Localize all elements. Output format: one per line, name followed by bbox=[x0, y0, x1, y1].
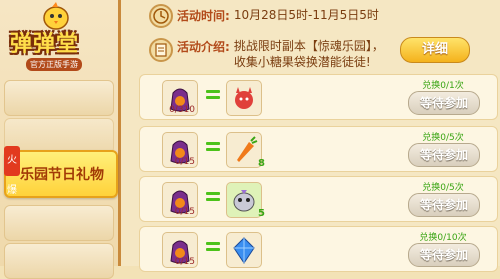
scroll-icon bbox=[149, 38, 173, 62]
logo-title: 弹弹堂 bbox=[10, 32, 80, 57]
reward-slot: 5 bbox=[226, 182, 265, 219]
reward-count: 5 bbox=[258, 208, 265, 219]
sidebar-item-festival-gift[interactable]: 火爆 乐园节日礼物 bbox=[4, 146, 118, 198]
sidebar-item[interactable] bbox=[4, 243, 114, 279]
reward-row: 0/15 5 兑换0/5次 等待参加 bbox=[139, 176, 498, 222]
reward-slot bbox=[226, 80, 262, 116]
event-time-row: 活动时间: 10月28日5时-11月5日5时 bbox=[177, 7, 379, 24]
game-logo: 弹弹堂 官方正版手游 bbox=[2, 2, 116, 72]
exchange-count: 兑换0/1次 bbox=[422, 81, 464, 91]
main-panel: 活动时间: 10月28日5时-11月5日5时 活动介绍: 挑战限时副本【惊魂乐园… bbox=[121, 0, 500, 272]
hot-badge: 火爆 bbox=[4, 146, 20, 196]
equals-icon bbox=[206, 89, 220, 101]
event-intro-row: 活动介绍: 挑战限时副本【惊魂乐园】，收集小糖果袋换潜能徒徒! bbox=[177, 38, 384, 70]
reward-row: 0/310 兑换0/1次 等待参加 bbox=[139, 74, 498, 120]
wait-join-button[interactable]: 等待参加 bbox=[408, 193, 480, 217]
wait-join-button[interactable]: 等待参加 bbox=[408, 91, 480, 115]
candy-bag-slot: 0/15 bbox=[162, 132, 198, 168]
reward-row: 0/15 兑换0/10次 等待参加 bbox=[139, 226, 498, 272]
devil-pet-icon bbox=[235, 87, 253, 109]
wait-join-button[interactable]: 等待参加 bbox=[408, 243, 480, 267]
reward-count: 8 bbox=[258, 158, 265, 169]
sidebar-item[interactable] bbox=[4, 118, 114, 154]
candy-bag-slot: 0/15 bbox=[162, 182, 198, 218]
detail-button[interactable]: 详细 bbox=[400, 37, 470, 63]
exchange-count: 兑换0/10次 bbox=[419, 233, 467, 243]
exchange-count: 兑换0/5次 bbox=[422, 133, 464, 143]
event-time-label: 活动时间: bbox=[177, 9, 230, 23]
logo-subtitle: 官方正版手游 bbox=[26, 58, 82, 71]
event-intro-label: 活动介绍: bbox=[177, 40, 230, 54]
event-intro-value: 挑战限时副本【惊魂乐园】，收集小糖果袋换潜能徒徒! bbox=[233, 39, 384, 69]
candy-bag-slot: 0/310 bbox=[162, 80, 198, 116]
blue-crystal-icon bbox=[233, 237, 255, 264]
event-time-value: 10月28日5时-11月5日5时 bbox=[233, 8, 379, 22]
sidebar-item[interactable] bbox=[4, 80, 114, 116]
equals-icon bbox=[206, 191, 220, 203]
cost-count: 0/15 bbox=[174, 207, 195, 217]
candy-bag-slot: 0/15 bbox=[162, 232, 198, 268]
cost-count: 0/310 bbox=[169, 105, 195, 115]
cost-count: 0/15 bbox=[174, 157, 195, 167]
exchange-count: 兑换0/5次 bbox=[422, 183, 464, 193]
sidebar-item[interactable] bbox=[4, 205, 114, 241]
reward-slot: 8 bbox=[226, 132, 265, 169]
sidebar-item-label: 乐园节日礼物 bbox=[20, 167, 104, 183]
wait-join-button[interactable]: 等待参加 bbox=[408, 143, 480, 167]
clock-icon bbox=[149, 4, 173, 28]
equals-icon bbox=[206, 241, 220, 253]
egg-creature-icon bbox=[233, 190, 255, 212]
carrot-icon bbox=[237, 136, 258, 162]
sidebar: 弹弹堂 官方正版手游 火爆 乐园节日礼物 bbox=[0, 0, 121, 279]
reward-row: 0/15 8 兑换0/5次 等待参加 bbox=[139, 126, 498, 172]
equals-icon bbox=[206, 141, 220, 153]
reward-slot bbox=[226, 232, 262, 268]
